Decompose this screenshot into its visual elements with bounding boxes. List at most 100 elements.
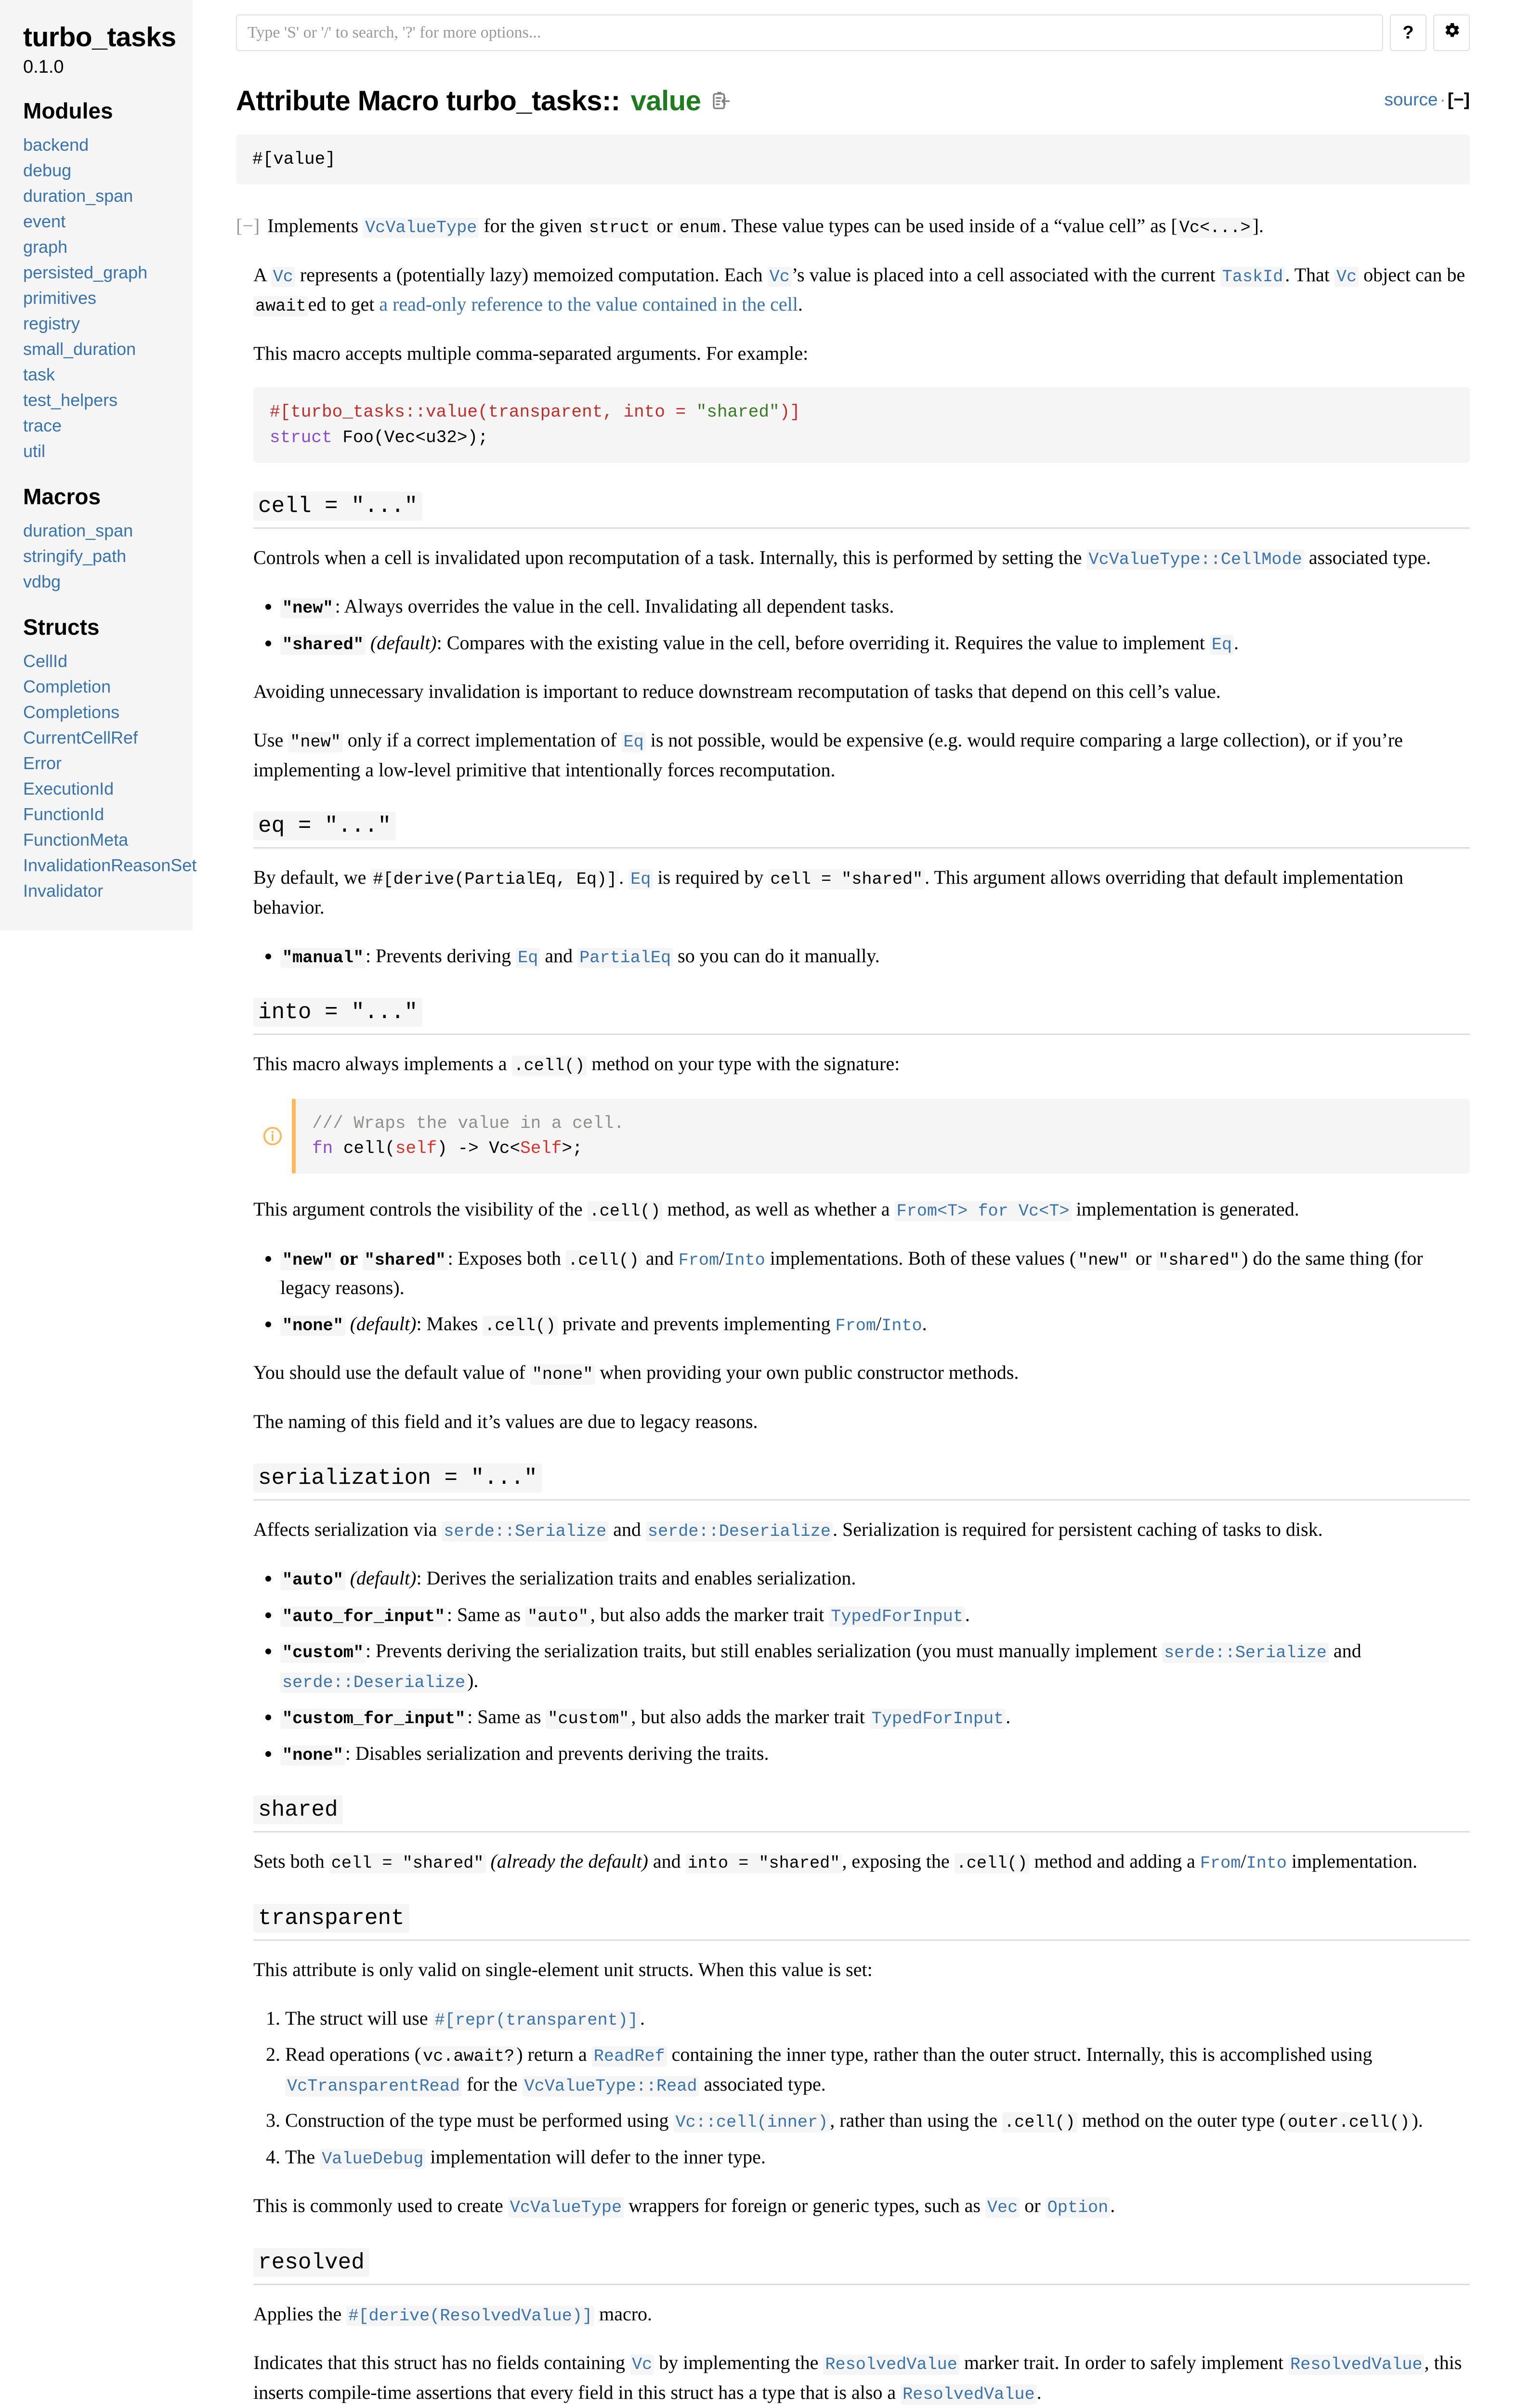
into-opt-m2: implementations. Both of these values ( xyxy=(765,1247,1076,1269)
sidebar-item-struct-currentcellref[interactable]: CurrentCellRef xyxy=(23,725,193,751)
code-link-taskid[interactable]: TaskId xyxy=(1220,266,1285,287)
sidebar-item-macro-stringify-path[interactable]: stringify_path xyxy=(23,544,193,569)
code-link-vcvaluetype-read[interactable]: VcValueType::Read xyxy=(522,2076,699,2096)
code-link-eq-4[interactable]: Eq xyxy=(516,947,540,968)
sidebar-item-struct-functionmeta[interactable]: FunctionMeta xyxy=(23,827,193,853)
sidebar-item-registry[interactable]: registry xyxy=(23,311,193,337)
code-link-vec[interactable]: Vec xyxy=(985,2198,1020,2218)
collapse-toggle[interactable]: [−] xyxy=(1448,90,1470,109)
sidebar-item-duration-span[interactable]: duration_span xyxy=(23,183,193,209)
code-link-from-for-vc[interactable]: From<T> for Vc<T> xyxy=(894,1201,1072,1222)
code-link-vc-4[interactable]: Vc xyxy=(630,2355,654,2375)
code-cell-method-4: .cell() xyxy=(483,1315,558,1336)
sidebar-item-macro-vdbg[interactable]: vdbg xyxy=(23,569,193,595)
into-p1-a: This macro always implements a xyxy=(253,1053,512,1075)
code-link-into-3[interactable]: Into xyxy=(1246,1854,1286,1873)
shared-p1-e: implementation. xyxy=(1286,1850,1417,1872)
section-cell: cell = "..." xyxy=(253,484,1470,529)
intro-collapse-toggle[interactable]: [−] xyxy=(236,215,260,236)
sidebar-item-test-helpers[interactable]: test_helpers xyxy=(23,388,193,413)
sidebar-item-event[interactable]: event xyxy=(23,209,193,235)
source-link[interactable]: source xyxy=(1384,90,1438,109)
sidebar-item-trace[interactable]: trace xyxy=(23,413,193,439)
code-link-into-1[interactable]: Into xyxy=(724,1251,765,1270)
sidebar-item-macro-duration-span[interactable]: duration_span xyxy=(23,518,193,544)
code-link-serde-deserialize-2[interactable]: serde::Deserialize xyxy=(280,1672,468,1693)
sidebar-item-util[interactable]: util xyxy=(23,439,193,464)
code-link-vcvaluetype-2[interactable]: VcValueType xyxy=(508,2198,624,2218)
code-link-from-2[interactable]: From xyxy=(836,1316,876,1335)
code-link-vc-1[interactable]: Vc xyxy=(271,266,295,287)
code-new: "new" xyxy=(288,732,343,753)
tr-3-a: Construction of the type must be perform… xyxy=(285,2109,674,2132)
ser-p1-b: and xyxy=(608,1518,646,1540)
code-cell-method-3: .cell() xyxy=(566,1250,641,1270)
code-link-partialeq[interactable]: PartialEq xyxy=(577,947,673,968)
section-divider xyxy=(253,1939,1470,1941)
sidebar-item-backend[interactable]: backend xyxy=(23,132,193,158)
code-link-from-3[interactable]: From xyxy=(1200,1854,1241,1873)
intro-p1-a: Implements xyxy=(267,215,364,237)
section-divider xyxy=(253,527,1470,529)
settings-gear-button[interactable] xyxy=(1433,14,1470,51)
code-link-resolvedvalue-1[interactable]: ResolvedValue xyxy=(823,2355,959,2375)
list-item: Construction of the type must be perform… xyxy=(285,2106,1470,2136)
help-button[interactable]: ? xyxy=(1390,14,1426,51)
code-link-valuedebug[interactable]: ValueDebug xyxy=(320,2148,426,2169)
code-link-serde-deserialize-1[interactable]: serde::Deserialize xyxy=(645,1521,833,1542)
sidebar-item-struct-executionid[interactable]: ExecutionId xyxy=(23,776,193,802)
code-link-vcvaluetype[interactable]: VcValueType xyxy=(363,218,479,238)
code-link-typedforinput-2[interactable]: TypedForInput xyxy=(869,1709,1006,1729)
code-link-eq-1[interactable]: Eq xyxy=(1209,634,1234,655)
into-code-self1: self xyxy=(395,1138,437,1158)
code-cell-method-2: .cell() xyxy=(587,1201,663,1222)
code-link-into-2[interactable]: Into xyxy=(881,1316,922,1335)
code-cell-shared-2: cell = "shared" xyxy=(329,1853,486,1874)
res-p2-a: Indicates that this struct has no fields… xyxy=(253,2352,630,2374)
code-link-cellmode[interactable]: VcValueType::CellMode xyxy=(1086,549,1304,570)
list-item: "custom": Prevents deriving the serializ… xyxy=(280,1636,1470,1696)
sidebar-item-graph[interactable]: graph xyxy=(23,235,193,260)
ser-opt-custom: "custom" xyxy=(280,1643,366,1663)
into-code-callout: /// Wraps the value in a cell. fn cell(s… xyxy=(253,1098,1470,1174)
code-link-from-1[interactable]: From xyxy=(679,1251,719,1270)
into-paragraph-2: This argument controls the visibility of… xyxy=(253,1195,1470,1225)
sidebar-item-struct-invalidationreasonset[interactable]: InvalidationReasonSet xyxy=(23,853,196,878)
code-link-eq-3[interactable]: Eq xyxy=(628,869,653,890)
sidebar-item-struct-error[interactable]: Error xyxy=(23,751,193,776)
code-link-serde-serialize-2[interactable]: serde::Serialize xyxy=(1162,1643,1329,1663)
tr-2-a: Read operations ( xyxy=(285,2043,421,2066)
search-input[interactable] xyxy=(236,14,1383,51)
sidebar-item-struct-invalidator[interactable]: Invalidator xyxy=(23,878,193,904)
code-link-eq-2[interactable]: Eq xyxy=(621,732,646,753)
readonly-ref-link[interactable]: a read-only reference to the value conta… xyxy=(379,293,798,315)
res-p2-e: . xyxy=(1036,2381,1042,2403)
tr-1-b: . xyxy=(640,2007,645,2029)
shared-paragraph-1: Sets both cell = "shared" (already the d… xyxy=(253,1847,1470,1877)
section-divider xyxy=(253,1831,1470,1833)
code-link-vc-3[interactable]: Vc xyxy=(1334,266,1359,287)
code-link-vc-cell-inner[interactable]: Vc::cell(inner) xyxy=(673,2112,830,2133)
code-link-repr-transparent[interactable]: #[repr(transparent)] xyxy=(432,2010,640,2030)
intro-p2-g: . xyxy=(798,293,803,315)
clipboard-copy-icon[interactable] xyxy=(711,91,731,112)
code-link-resolvedvalue-2[interactable]: ResolvedValue xyxy=(1288,2355,1425,2375)
sidebar-item-task[interactable]: task xyxy=(23,362,193,388)
code-link-typedforinput-1[interactable]: TypedForInput xyxy=(829,1606,965,1627)
code-link-option[interactable]: Option xyxy=(1045,2198,1111,2218)
sidebar-item-persisted-graph[interactable]: persisted_graph xyxy=(23,260,193,286)
code-link-readref[interactable]: ReadRef xyxy=(591,2046,667,2067)
code-link-vc-2[interactable]: Vc xyxy=(767,266,792,287)
into-paragraph-1: This macro always implements a .cell() m… xyxy=(253,1049,1470,1079)
sidebar-item-struct-completions[interactable]: Completions xyxy=(23,700,193,725)
sidebar-item-primitives[interactable]: primitives xyxy=(23,286,193,311)
sidebar-item-struct-cellid[interactable]: CellId xyxy=(23,649,193,674)
code-link-vctransparentread[interactable]: VcTransparentRead xyxy=(285,2076,462,2096)
code-link-resolvedvalue-3[interactable]: ResolvedValue xyxy=(901,2384,1037,2405)
code-link-serde-serialize-1[interactable]: serde::Serialize xyxy=(442,1521,609,1542)
sidebar-item-struct-functionid[interactable]: FunctionId xyxy=(23,802,193,827)
sidebar-item-debug[interactable]: debug xyxy=(23,158,193,183)
code-link-derive-resolvedvalue[interactable]: #[derive(ResolvedValue)] xyxy=(346,2305,595,2326)
sidebar-item-struct-completion[interactable]: Completion xyxy=(23,674,193,700)
sidebar-item-small-duration[interactable]: small_duration xyxy=(23,337,193,362)
